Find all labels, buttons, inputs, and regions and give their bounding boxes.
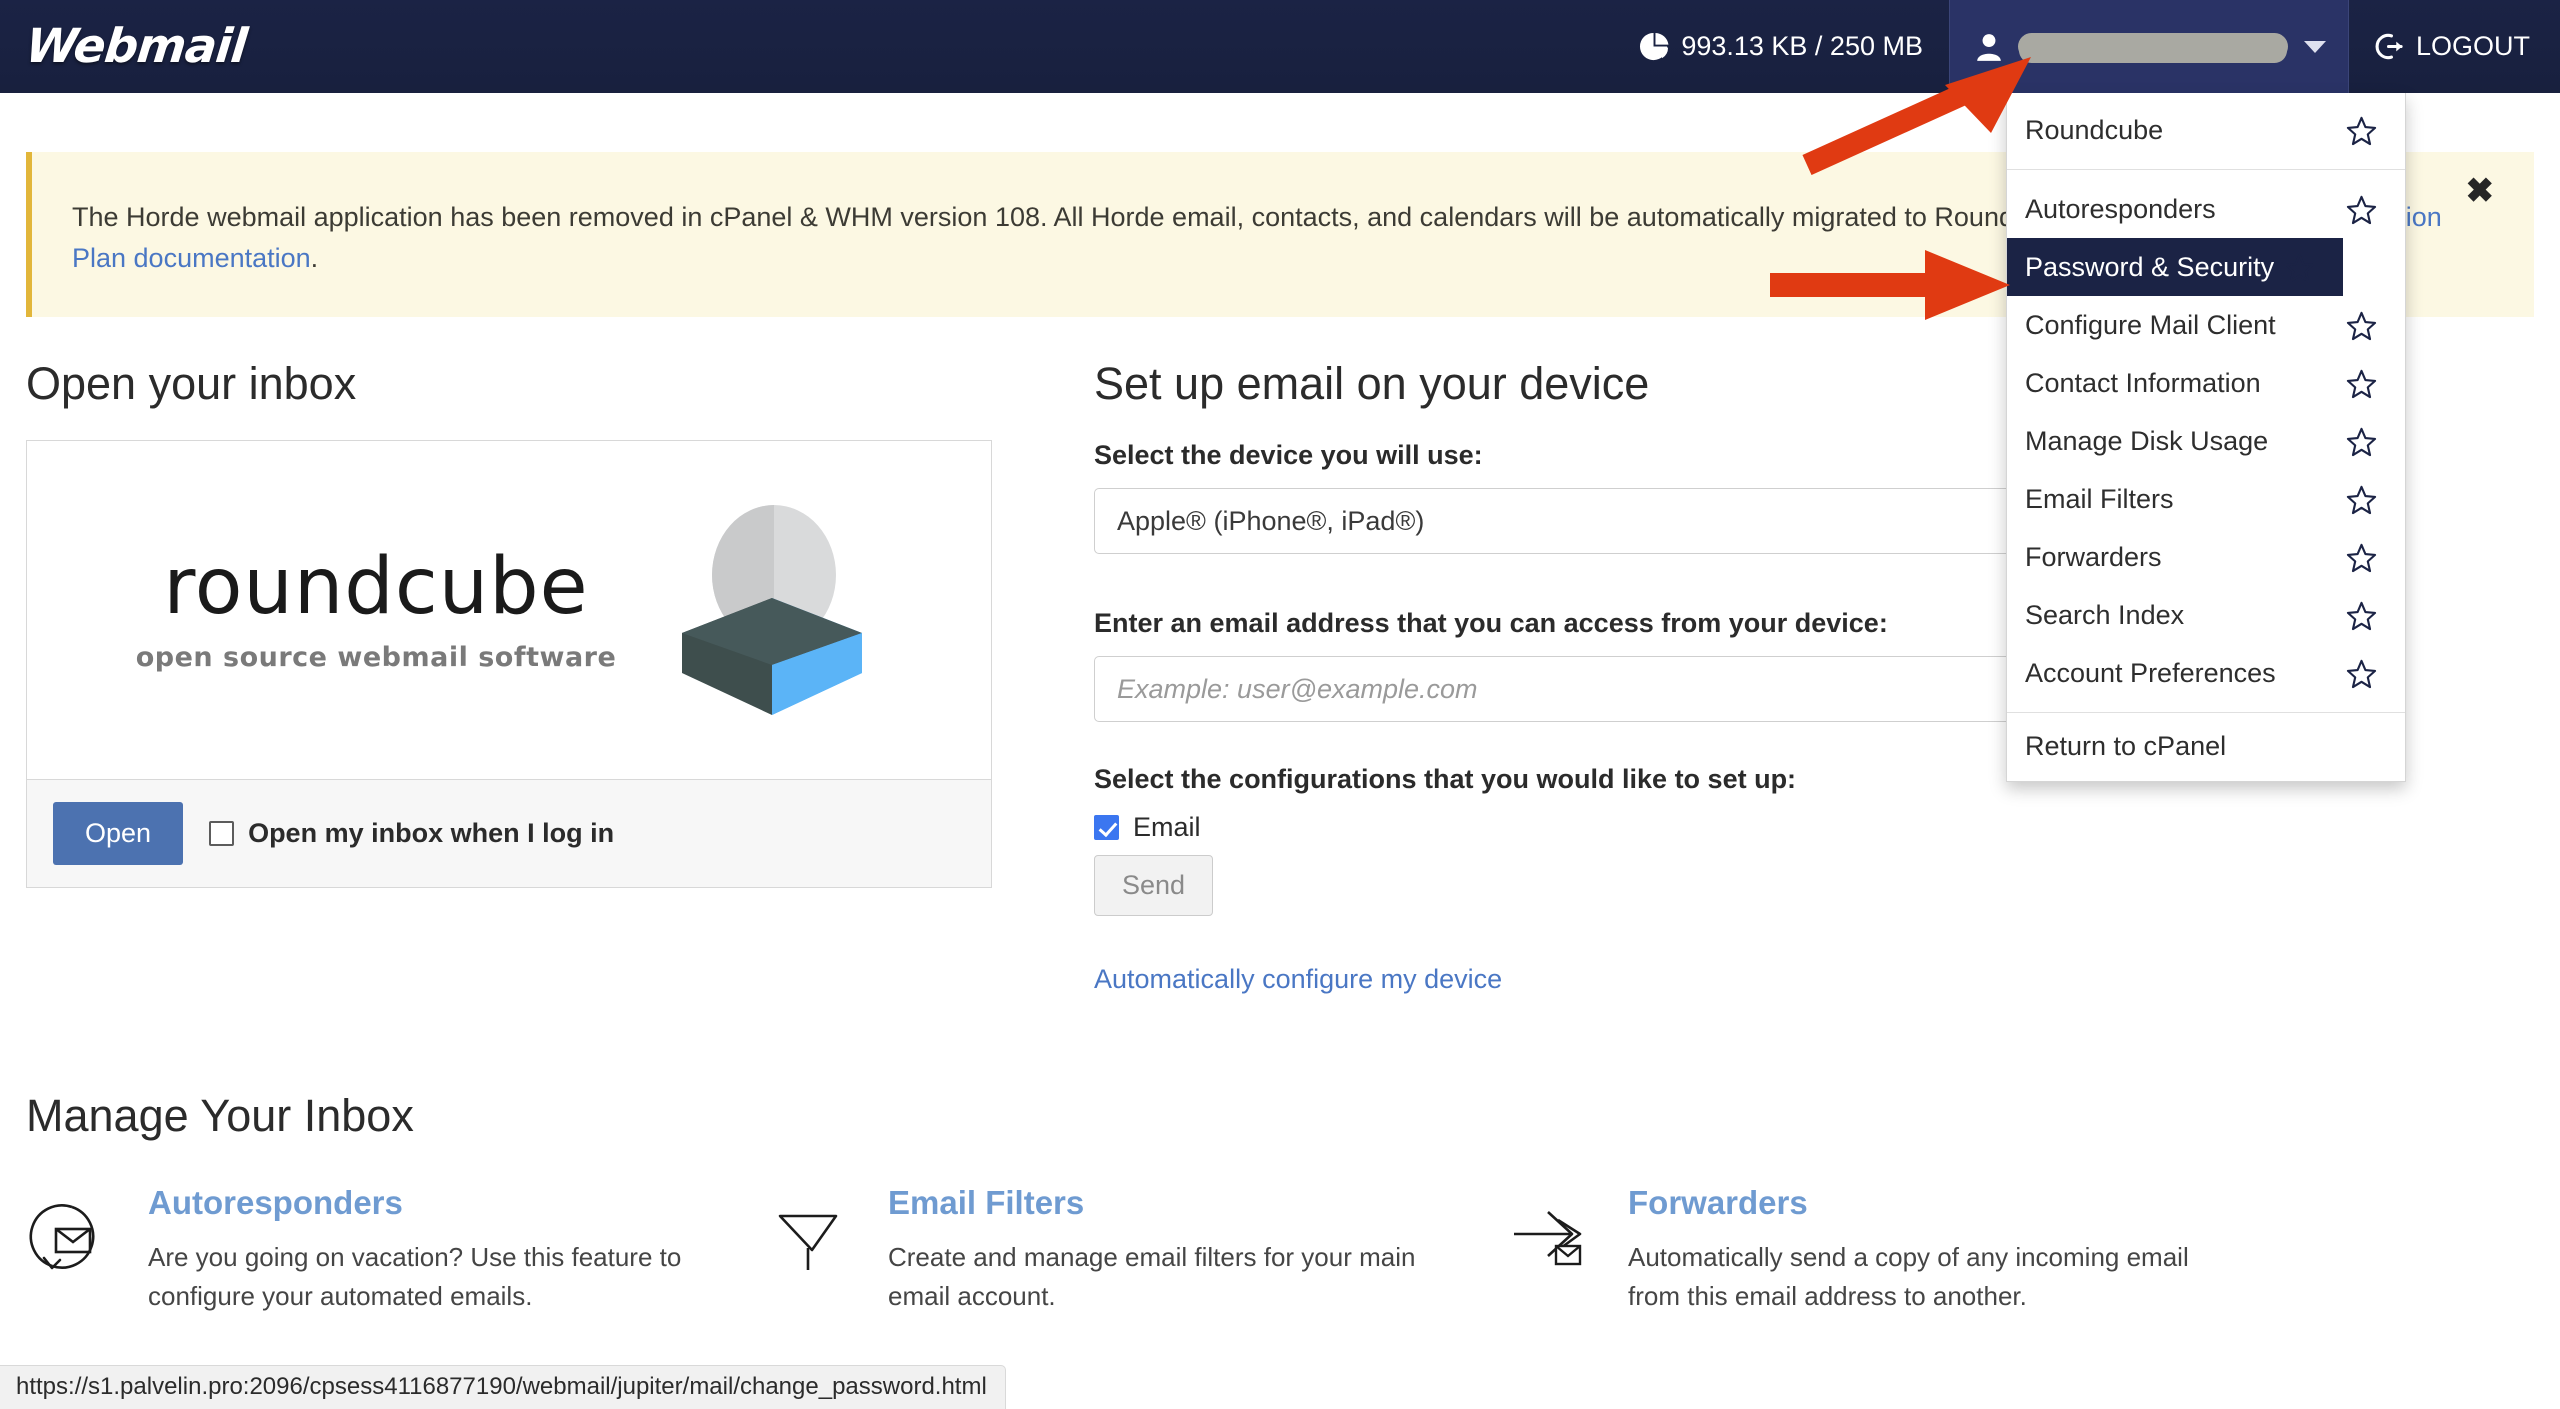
logout-button[interactable]: LOGOUT bbox=[2349, 0, 2560, 93]
feature-card-email-filters: Email Filters Create and manage email fi… bbox=[766, 1184, 1466, 1316]
menu-item-configure-mail-client[interactable]: Configure Mail Client bbox=[2007, 296, 2405, 354]
username-redaction-bar bbox=[2017, 33, 2288, 60]
roundcube-wordmark: roundcube open source webmail software bbox=[136, 548, 617, 673]
send-button[interactable]: Send bbox=[1094, 855, 1214, 916]
email-filters-title[interactable]: Email Filters bbox=[888, 1184, 1466, 1222]
menu-item-contact-information[interactable]: Contact Information bbox=[2007, 354, 2405, 412]
open-inbox-button[interactable]: Open bbox=[53, 802, 184, 865]
menu-item-forwarders[interactable]: Forwarders bbox=[2007, 528, 2405, 586]
menu-item-label: Email Filters bbox=[2025, 483, 2174, 514]
favorite-star-icon[interactable] bbox=[2346, 426, 2377, 457]
favorite-star-icon[interactable] bbox=[2346, 658, 2377, 689]
close-icon[interactable]: ✖ bbox=[2466, 174, 2495, 208]
open-inbox-on-login-checkbox[interactable] bbox=[209, 821, 235, 846]
user-account-dropdown-button[interactable] bbox=[1948, 0, 2349, 93]
menu-item-label: Roundcube bbox=[2025, 114, 2164, 145]
roundcube-cube-icon bbox=[682, 504, 863, 715]
open-inbox-on-login-row[interactable]: Open my inbox when I log in bbox=[209, 818, 614, 849]
pie-chart-icon bbox=[1640, 32, 1669, 61]
open-inbox-on-login-label: Open my inbox when I log in bbox=[248, 818, 615, 848]
feature-card-autoresponders: Autoresponders Are you going on vacation… bbox=[26, 1184, 726, 1316]
menu-item-roundcube[interactable]: Roundcube bbox=[2007, 101, 2405, 159]
menu-item-label: Contact Information bbox=[2025, 367, 2261, 398]
feature-card-text: Autoresponders Are you going on vacation… bbox=[148, 1184, 726, 1316]
forward-arrow-icon bbox=[1506, 1184, 1602, 1316]
roundcube-card-footer: Open Open my inbox when I log in bbox=[27, 779, 991, 887]
menu-item-label: Password & Security bbox=[2025, 251, 2275, 282]
email-filters-desc: Create and manage email filters for your… bbox=[888, 1242, 1416, 1311]
roundcube-tagline: open source webmail software bbox=[135, 641, 617, 673]
user-icon bbox=[1977, 33, 2001, 61]
autoresponders-title[interactable]: Autoresponders bbox=[148, 1184, 726, 1222]
menu-item-label: Account Preferences bbox=[2025, 657, 2276, 688]
menu-divider bbox=[2007, 169, 2405, 170]
feature-card-forwarders: Forwarders Automatically send a copy of … bbox=[1506, 1184, 2206, 1316]
autoresponder-icon bbox=[26, 1184, 122, 1316]
menu-item-manage-disk-usage[interactable]: Manage Disk Usage bbox=[2007, 412, 2405, 470]
favorite-star-icon[interactable] bbox=[2284, 252, 2315, 283]
banner-text-part2: . bbox=[310, 243, 319, 274]
roundcube-card: roundcube open source webmail software O… bbox=[26, 440, 992, 888]
menu-divider bbox=[2007, 712, 2405, 713]
email-config-checkbox[interactable] bbox=[1094, 815, 1119, 840]
email-config-label: Email bbox=[1133, 812, 1201, 842]
favorite-star-icon[interactable] bbox=[2346, 194, 2377, 225]
roundcube-logo: roundcube open source webmail software bbox=[27, 441, 991, 779]
menu-item-account-preferences[interactable]: Account Preferences bbox=[2007, 644, 2405, 702]
menu-item-autoresponders[interactable]: Autoresponders bbox=[2007, 180, 2405, 238]
email-address-placeholder: Example: user@example.com bbox=[1117, 673, 1478, 704]
feature-cards: Autoresponders Are you going on vacation… bbox=[26, 1184, 2526, 1316]
forwarders-title[interactable]: Forwarders bbox=[1628, 1184, 2206, 1222]
open-inbox-column: Open your inbox roundcube open source we… bbox=[26, 358, 1001, 888]
manage-inbox-section: Manage Your Inbox Autoresponders Are you… bbox=[26, 1090, 2526, 1316]
open-inbox-title: Open your inbox bbox=[26, 358, 357, 409]
menu-item-label: Configure Mail Client bbox=[2025, 309, 2276, 340]
favorite-star-icon[interactable] bbox=[2346, 310, 2377, 341]
menu-item-password-security[interactable]: Password & Security bbox=[2007, 238, 2343, 296]
manage-inbox-title: Manage Your Inbox bbox=[26, 1090, 414, 1141]
status-bar-url: https://s1.palvelin.pro:2096/cpsess41168… bbox=[0, 1365, 1006, 1409]
account-dropdown-menu[interactable]: Roundcube Autoresponders Password & Securi… bbox=[2006, 93, 2406, 782]
menu-item-label: Search Index bbox=[2025, 599, 2185, 630]
webmail-logo: Webmail bbox=[23, 19, 250, 74]
header-right-group: 993.13 KB / 250 MB LOGOUT bbox=[1613, 0, 2560, 93]
feature-card-text: Email Filters Create and manage email fi… bbox=[888, 1184, 1466, 1316]
device-select-value: Apple® (iPhone®, iPad®) bbox=[1117, 505, 1425, 536]
autoresponders-desc: Are you going on vacation? Use this feat… bbox=[148, 1242, 682, 1311]
disk-usage-indicator[interactable]: 993.13 KB / 250 MB bbox=[1613, 0, 1949, 93]
disk-usage-text: 993.13 KB / 250 MB bbox=[1681, 31, 1923, 61]
auto-configure-link[interactable]: Automatically configure my device bbox=[1094, 964, 2194, 995]
menu-item-label: Forwarders bbox=[2025, 541, 2162, 572]
favorite-star-icon[interactable] bbox=[2346, 542, 2377, 573]
chevron-down-icon bbox=[2303, 40, 2326, 53]
menu-item-label: Return to cPanel bbox=[2025, 730, 2227, 761]
top-header-bar: Webmail 993.13 KB / 250 MB LOGOUT bbox=[0, 0, 2560, 93]
forwarders-desc: Automatically send a copy of any incomin… bbox=[1628, 1242, 2189, 1311]
menu-item-label: Manage Disk Usage bbox=[2025, 425, 2269, 456]
feature-card-text: Forwarders Automatically send a copy of … bbox=[1628, 1184, 2206, 1316]
logout-icon bbox=[2375, 33, 2403, 60]
menu-item-label: Autoresponders bbox=[2025, 193, 2216, 224]
menu-item-search-index[interactable]: Search Index bbox=[2007, 586, 2405, 644]
favorite-star-icon[interactable] bbox=[2346, 600, 2377, 631]
email-config-row[interactable]: Email bbox=[1094, 812, 2194, 843]
favorite-star-icon[interactable] bbox=[2346, 484, 2377, 515]
banner-text-part1: The Horde webmail application has been r… bbox=[72, 202, 2207, 232]
funnel-icon bbox=[766, 1184, 862, 1316]
roundcube-name: roundcube bbox=[163, 541, 589, 632]
favorite-star-icon[interactable] bbox=[2346, 115, 2377, 146]
logout-label: LOGOUT bbox=[2415, 31, 2530, 61]
menu-item-return-to-cpanel[interactable]: Return to cPanel bbox=[2007, 723, 2405, 781]
menu-item-email-filters[interactable]: Email Filters bbox=[2007, 470, 2405, 528]
favorite-star-icon[interactable] bbox=[2346, 368, 2377, 399]
